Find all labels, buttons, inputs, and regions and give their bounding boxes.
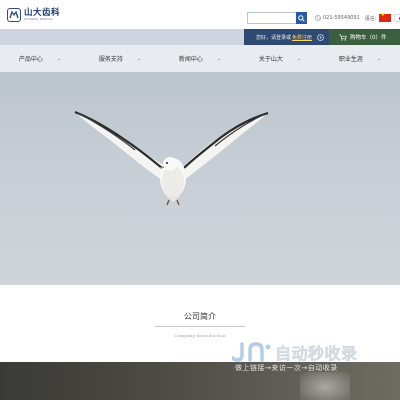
nav-item-support[interactable]: 服务支持 ⌄ (80, 45, 160, 72)
logo-icon (7, 8, 21, 22)
flag-japan-icon[interactable] (394, 14, 400, 22)
watermark-logo-icon (232, 342, 271, 362)
cart-icon (339, 34, 347, 41)
search-input[interactable] (247, 12, 296, 24)
arrow-circle-icon[interactable] (317, 33, 324, 41)
watermark-subtitle: 做上链接→来访一次→自动收录 (235, 364, 338, 372)
nav-item-careers[interactable]: 职业生涯 ⌄ (320, 45, 400, 72)
seagull-image (74, 110, 269, 206)
nav-item-about[interactable]: 关于山大 ⌄ (240, 45, 320, 72)
chevron-down-icon: ⌄ (296, 55, 302, 62)
logo[interactable]: 山大齿科 SHANDA DENTAL (7, 7, 60, 23)
flag-china-icon[interactable] (379, 12, 392, 22)
user-bar: 您好，请 登录 或 免费注册 (244, 29, 329, 45)
chevron-down-icon: ⌄ (376, 55, 382, 62)
main-nav: 产品中心 ⌄ 服务支持 ⌄ 新闻中心 ⌄ 关于山大 ⌄ 职业生涯 ⌄ (0, 45, 400, 72)
nav-item-news[interactable]: 新闻中心 ⌄ (160, 45, 240, 72)
hero-banner[interactable] (0, 72, 400, 285)
watermark: 自动秒收录 做上链接→来访一次→自动收录 (232, 340, 392, 380)
phone-icon (315, 15, 321, 21)
top-bar: 您好，请 登录 或 免费注册 购物车（0）件 (0, 29, 400, 45)
watermark-title: 自动秒收录 (275, 344, 358, 364)
section-title: 公司简介 (184, 312, 216, 321)
nav-item-label: 新闻中心 (178, 56, 203, 63)
header: 山大齿科 SHANDA DENTAL 021-59549091 语言: (0, 0, 400, 28)
search-icon (298, 14, 305, 22)
register-link[interactable]: 免费注册 (292, 34, 312, 41)
section-subtitle: Company Introduction (174, 333, 226, 338)
logo-name-en: SHANDA DENTAL (24, 17, 54, 22)
chevron-down-icon: ⌄ (216, 55, 222, 62)
logo-name-cn: 山大齿科 (24, 7, 61, 18)
chevron-down-icon: ⌄ (56, 55, 62, 62)
search-box (247, 12, 307, 24)
nav-item-products[interactable]: 产品中心 ⌄ (0, 45, 80, 72)
greeting-text: 您好，请 (256, 34, 277, 41)
login-link[interactable]: 登录 (276, 34, 286, 41)
nav-item-label: 关于山大 (258, 56, 283, 63)
language-label: 语言: (364, 15, 377, 22)
section-divider (155, 326, 245, 327)
cart-button[interactable]: 购物车（0）件 (329, 29, 400, 45)
phone-number: 021-59549091 (323, 15, 360, 21)
nav-item-label: 产品中心 (18, 56, 43, 63)
search-button[interactable] (296, 12, 307, 24)
nav-item-label: 职业生涯 (338, 56, 363, 63)
cart-label: 购物车（0）件 (350, 35, 387, 41)
or-text: 或 (286, 34, 292, 41)
chevron-down-icon: ⌄ (136, 55, 142, 62)
nav-item-label: 服务支持 (98, 56, 123, 63)
contact-bar: 021-59549091 语言: (315, 12, 400, 23)
